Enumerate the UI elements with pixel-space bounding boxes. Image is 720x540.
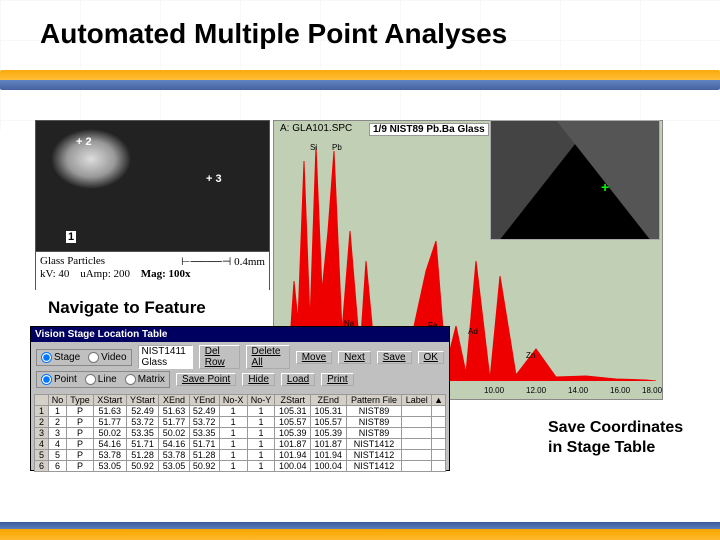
col-header[interactable]: Label <box>402 395 432 406</box>
col-header[interactable]: ZEnd <box>311 395 347 406</box>
xtick-12: 12.00 <box>526 386 546 395</box>
delrow-button[interactable]: Del Row <box>199 345 240 369</box>
peak-label-ad: Ad <box>468 327 478 336</box>
spectrum-subtitle: 1/9 NIST89 Pb.Ba Glass <box>369 123 489 136</box>
sem-caption-sample: Glass Particles <box>40 255 105 268</box>
peak-label-zn: Zn <box>526 351 535 360</box>
stage-table-grid[interactable]: NoTypeXStartYStartXEndYEndNo-XNo-YZStart… <box>34 394 446 472</box>
sem-scale: 0.4mm <box>234 256 265 268</box>
table-row[interactable]: 22P51.7753.7251.7753.7211105.57105.57NIS… <box>35 417 446 428</box>
radio-point[interactable]: Point <box>41 374 77 385</box>
save-coords-label: Save Coordinates in Stage Table <box>548 418 688 458</box>
get-location-group: Get Location From Stage Video <box>36 349 132 366</box>
hide-button[interactable]: Hide <box>242 373 275 386</box>
point-marker-1: 1 <box>66 231 76 243</box>
point-marker-2: 2 <box>76 136 92 148</box>
table-row[interactable]: 66P53.0550.9253.0550.9211100.04100.04NIS… <box>35 461 446 472</box>
sem-image-panel: 2 3 1 Glass Particles ⊢────⊣ 0.4mm kV: 4… <box>35 120 270 290</box>
radio-matrix[interactable]: Matrix <box>125 374 165 385</box>
text-input-filename[interactable]: NIST1411 Glass <box>138 345 193 369</box>
delall-button[interactable]: Delete All <box>246 345 290 369</box>
header-stripe <box>0 70 720 90</box>
sem-caption: Glass Particles ⊢────⊣ 0.4mm kV: 40 uAmp… <box>36 251 269 291</box>
radio-video[interactable]: Video <box>88 352 126 363</box>
footer-stripe <box>0 522 720 540</box>
navigate-label: Navigate to Feature <box>48 298 206 318</box>
table-row[interactable]: 44P54.1651.7154.1651.7111101.87101.87NIS… <box>35 439 446 450</box>
xtick-14: 14.00 <box>568 386 588 395</box>
col-header[interactable]: No-X <box>219 395 247 406</box>
stage-table-window[interactable]: Vision Stage Location Table Get Location… <box>30 326 450 471</box>
col-header[interactable]: XStart <box>93 395 126 406</box>
radio-stage[interactable]: Stage <box>41 352 80 363</box>
xtick-10: 10.00 <box>484 386 504 395</box>
sem-kv: kV: 40 <box>40 268 69 280</box>
point-marker-3: 3 <box>206 173 222 185</box>
page-title: Automated Multiple Point Analyses <box>40 18 507 50</box>
sem-mag: Mag: 100x <box>141 268 191 280</box>
move-button[interactable]: Move <box>296 351 332 364</box>
xtick-18: 18.00 <box>642 386 662 395</box>
sem-micrograph: 2 3 1 <box>36 121 269 251</box>
save-button[interactable]: Save <box>377 351 412 364</box>
probe-tip-video[interactable]: + <box>490 120 660 240</box>
col-header[interactable]: XEnd <box>159 395 189 406</box>
window-titlebar: Vision Stage Location Table <box>31 327 449 342</box>
table-row[interactable]: 11P51.6352.4951.6352.4911105.31105.31NIS… <box>35 406 446 417</box>
print-button[interactable]: Print <box>321 373 354 386</box>
peak-label-pb: Pb <box>332 143 342 152</box>
table-row[interactable]: 33P50.0253.3550.0253.3511105.39105.39NIS… <box>35 428 446 439</box>
point-type-group: Point Line Matrix <box>36 371 170 388</box>
col-header[interactable]: No <box>49 395 67 406</box>
col-header[interactable]: No-Y <box>247 395 275 406</box>
radio-line[interactable]: Line <box>85 374 117 385</box>
ok-button[interactable]: OK <box>418 351 444 364</box>
col-header[interactable]: Type <box>67 395 94 406</box>
crosshair-icon: + <box>601 179 609 195</box>
sem-uamp: uAmp: 200 <box>80 268 130 280</box>
spectrum-file-label: A: GLA101.SPC <box>280 123 352 134</box>
xtick-16: 16.00 <box>610 386 630 395</box>
next-button[interactable]: Next <box>338 351 371 364</box>
load-button[interactable]: Load <box>281 373 315 386</box>
peak-label-si: Si <box>310 143 317 152</box>
col-header[interactable]: YEnd <box>189 395 219 406</box>
col-header[interactable]: YStart <box>126 395 159 406</box>
savepoint-button[interactable]: Save Point <box>176 373 236 386</box>
col-header[interactable]: Pattern File <box>346 395 402 406</box>
table-row[interactable]: 55P53.7851.2853.7851.2811101.94101.94NIS… <box>35 450 446 461</box>
col-header[interactable]: ZStart <box>275 395 311 406</box>
